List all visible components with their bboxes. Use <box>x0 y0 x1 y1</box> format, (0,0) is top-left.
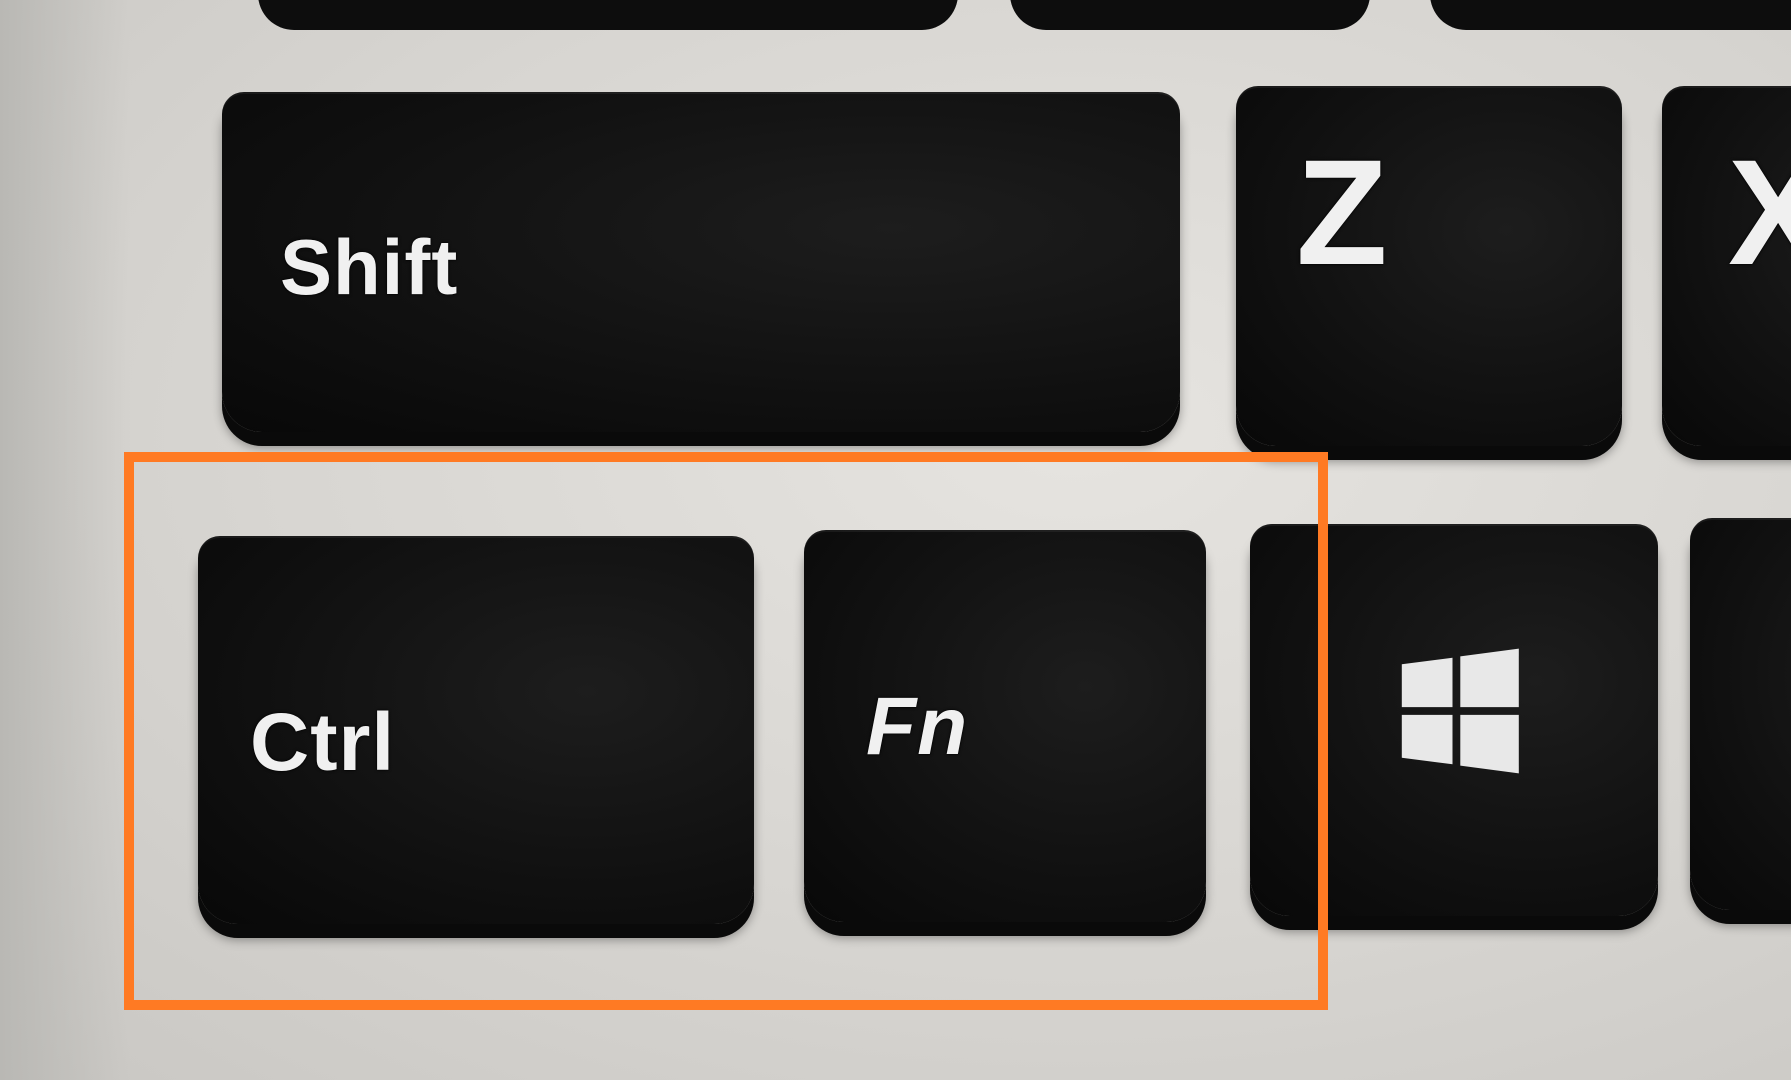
alt-key-partial[interactable] <box>1690 518 1791 910</box>
windows-key[interactable] <box>1250 524 1658 916</box>
z-key[interactable]: Z <box>1236 86 1622 446</box>
x-key-label: X <box>1728 128 1791 296</box>
top-row-key-2 <box>1010 0 1370 30</box>
keyboard-edge-shadow <box>0 0 130 1080</box>
top-row-key-1 <box>258 0 958 30</box>
x-key[interactable]: X <box>1662 86 1791 446</box>
fn-key[interactable]: Fn <box>804 530 1206 922</box>
shift-key[interactable]: Shift <box>222 92 1180 432</box>
z-key-label: Z <box>1296 128 1389 296</box>
windows-icon <box>1401 648 1519 774</box>
keyboard-photo: Shift Z X Ctrl Fn <box>0 0 1791 1080</box>
shift-key-label: Shift <box>280 223 459 311</box>
top-row-key-3 <box>1430 0 1791 30</box>
ctrl-key-label: Ctrl <box>250 697 396 788</box>
fn-key-label: Fn <box>866 681 969 772</box>
ctrl-key[interactable]: Ctrl <box>198 536 754 924</box>
